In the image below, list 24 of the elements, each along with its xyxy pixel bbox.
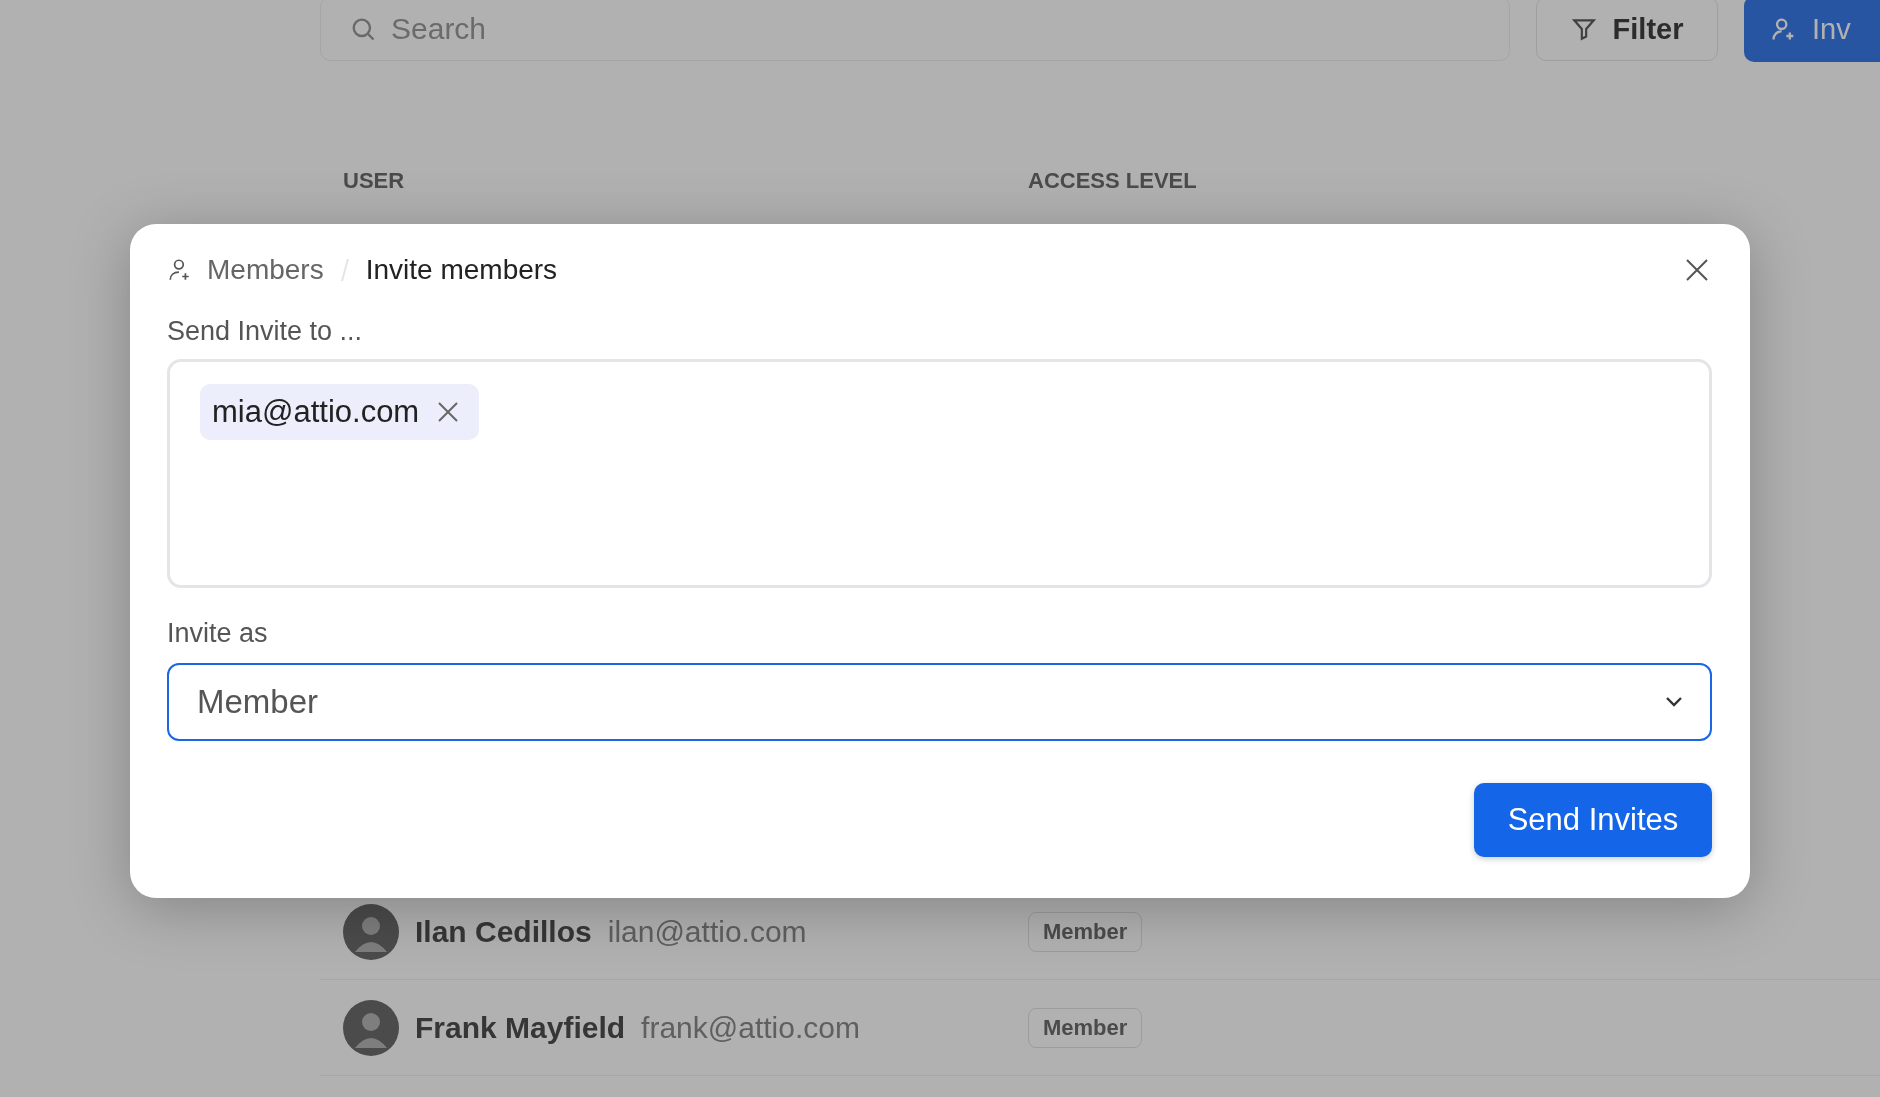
email-text: mia@attio.com [212,394,420,430]
chevron-down-icon [1664,696,1684,708]
column-header: ACCESS LEVEL [1028,168,1198,195]
field-label: Invite as [167,618,269,649]
close-icon [437,401,460,423]
send-invites-button[interactable]: Send Invites [1474,783,1712,857]
member-email: ilan@attio.com [607,914,807,949]
remove-button[interactable] [437,401,460,423]
access-level-tag: Member [1028,1007,1143,1048]
access-level-tag: Member [1028,911,1143,952]
role-dropdown[interactable]: Member [167,663,1712,741]
member-email: frank@attio.com [641,1010,860,1045]
filter-button[interactable]: Filter [1536,0,1718,61]
invite-button[interactable]: Inv [1744,0,1880,62]
breadcrumb-item: Invite members [365,254,558,286]
field-label: Send Invite to ... [167,316,364,347]
column-header: USER [343,168,406,195]
close-icon [1685,258,1709,282]
breadcrumb-item[interactable]: Members [207,254,324,286]
member-name: Ilan Cedillos [415,914,592,949]
avatar [343,903,399,960]
avatar [343,999,399,1056]
email-input-field[interactable]: mia@attio.com [167,359,1712,588]
member-name: Frank Mayfield [415,1010,626,1045]
